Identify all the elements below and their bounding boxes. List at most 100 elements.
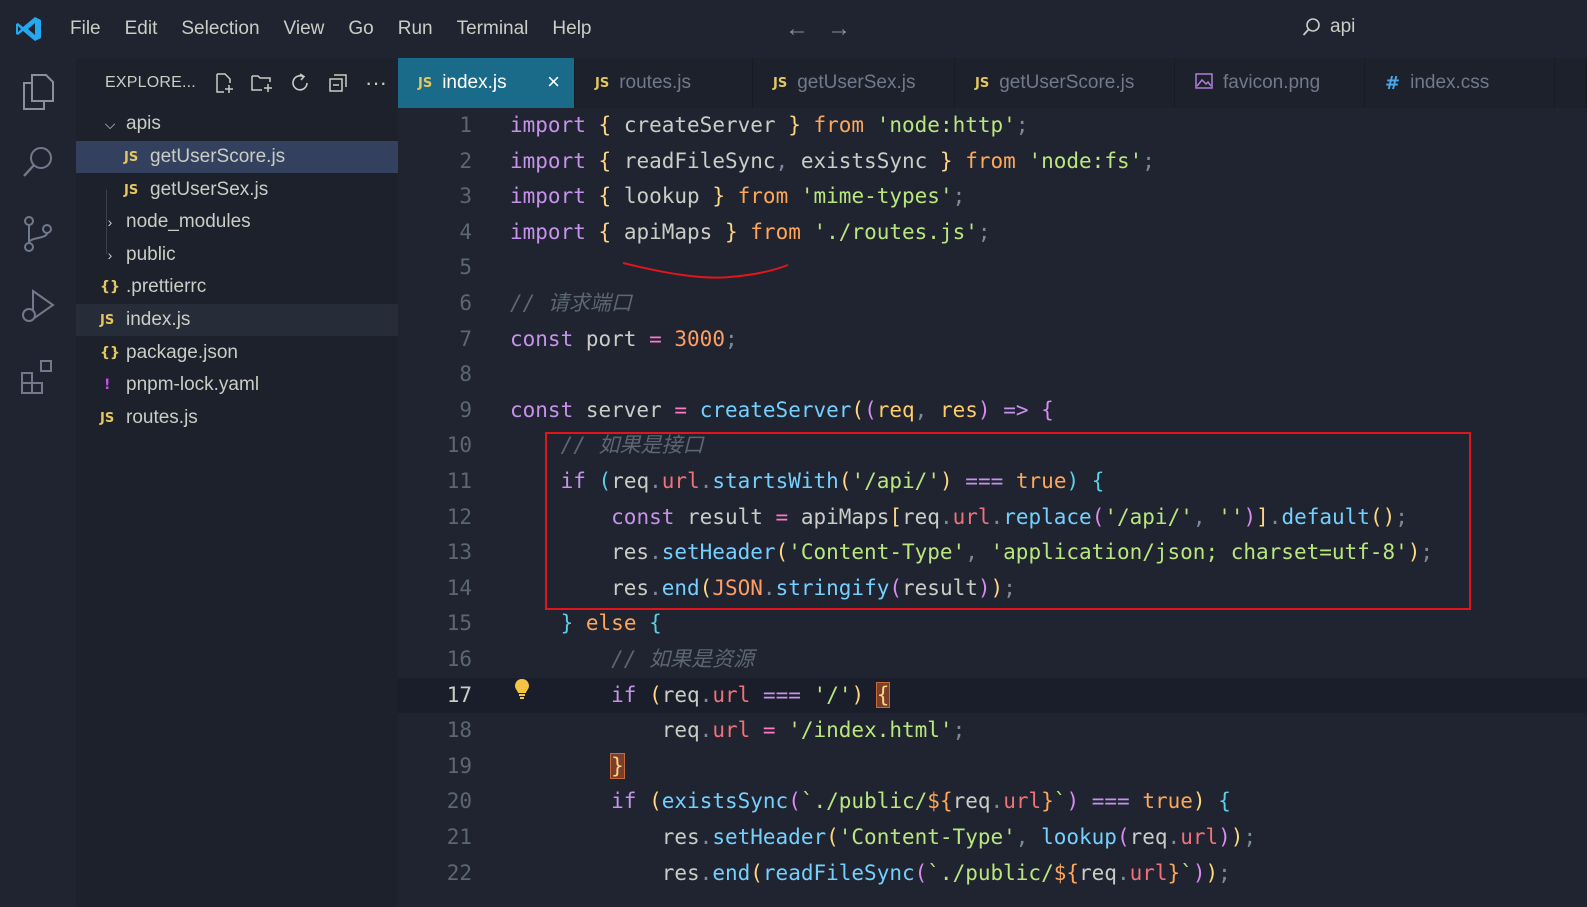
command-center-search[interactable]: api [1302,16,1355,38]
code-line: 15 } else { [446,611,662,636]
title-bar: File Edit Selection View Go Run Terminal… [0,0,1587,58]
code-line: 7 const port = 3000; [459,326,738,351]
tab-index-css[interactable]: # index.css [1365,58,1555,108]
yaml-file-icon: ! [104,377,111,393]
search-icon[interactable] [18,142,58,182]
code-line: 2 import { readFileSync, existsSync } fro… [459,148,1155,173]
javascript-file-icon: JS [595,75,610,91]
javascript-file-icon: JS [100,312,115,328]
tab-index-js[interactable]: JS index.js × [398,58,575,108]
javascript-file-icon: JS [124,182,139,198]
code-line: 12 const result = apiMaps[req.url.replac… [446,504,1408,529]
code-line: 8 [459,362,472,387]
tree-label: .prettierrc [126,276,207,297]
tree-label: public [126,244,176,265]
tree-file-index-js[interactable]: JS index.js [76,304,398,336]
tab-routes-js[interactable]: JS routes.js [575,58,753,108]
tree-file-prettierrc[interactable]: {} .prettierrc [76,271,398,303]
tree-label: getUserScore.js [150,146,286,167]
explorer-title: EXPLORE... [105,74,196,91]
tab-label: index.js [442,72,507,93]
code-line: 20 if (existsSync(`./public/${req.url}`)… [446,789,1231,814]
tab-label: favicon.png [1223,72,1321,93]
arrow-right-icon[interactable]: → [827,15,851,43]
menu-go[interactable]: Go [336,0,385,58]
explorer-icon[interactable] [18,72,58,112]
menu-terminal[interactable]: Terminal [445,0,541,58]
tab-label: index.css [1410,72,1490,93]
menu-view[interactable]: View [272,0,337,58]
javascript-file-icon: JS [124,149,139,165]
javascript-file-icon: JS [773,75,788,91]
tree-file-package-json[interactable]: {} package.json [76,337,398,369]
tree-label: apis [126,113,161,134]
activity-bar [0,58,76,907]
tree-file-pnpm-lock[interactable]: ! pnpm-lock.yaml [76,369,398,401]
menu-edit[interactable]: Edit [113,0,170,58]
chevron-right-icon: › [107,247,113,263]
chevron-right-icon: › [107,214,113,230]
collapse-all-icon[interactable] [319,68,357,98]
new-file-icon[interactable] [205,68,243,98]
code-line: 16 // 如果是资源 [446,647,755,671]
code-line: 13 res.setHeader('Content-Type', 'applic… [446,540,1434,565]
code-line: 11 if (req.url.startsWith('/api/') === t… [446,469,1105,493]
search-icon [1302,18,1320,36]
code-editor[interactable]: 1 import { createServer } from 'node:http… [398,108,1587,907]
chevron-down-icon: ⌵ [104,115,116,132]
tree-folder-node-modules[interactable]: › node_modules [76,206,398,238]
lightbulb-icon[interactable] [514,678,530,705]
code-line: 21 res.setHeader('Content-Type', lookup(… [446,825,1257,849]
explorer-sidebar: EXPLORE... ··· ⌵ apis JS getUserScore.js… [76,58,398,907]
menu-help[interactable]: Help [540,0,603,58]
tree-file-getuserscore[interactable]: JS getUserScore.js [76,141,398,173]
code-line-current: 17 if (req.url === '/') { [398,677,1587,714]
tree-folder-public[interactable]: › public [76,239,398,271]
tree-label: package.json [126,342,238,363]
css-file-icon: # [1385,72,1401,94]
javascript-file-icon: JS [975,75,990,91]
code-line: 1 import { createServer } from 'node:http… [459,113,1029,137]
tab-label: getUserScore.js [999,72,1135,93]
tree-label: index.js [126,309,191,330]
tab-label: routes.js [619,72,692,93]
close-icon[interactable]: × [547,69,560,95]
new-folder-icon[interactable] [243,68,281,98]
editor-tabs: JS index.js × JS routes.js JS getUserSex… [398,58,1587,108]
run-debug-icon[interactable] [18,286,58,326]
menu-selection[interactable]: Selection [169,0,271,58]
arrow-left-icon[interactable]: ← [785,15,809,43]
tree-label: routes.js [126,407,198,428]
source-control-icon[interactable] [18,214,58,254]
code-line: 10 // 如果是接口 [446,433,704,458]
javascript-file-icon: JS [100,410,115,426]
code-line: 6// 请求端口 [459,291,632,315]
javascript-file-icon: JS [418,75,433,91]
menu-run[interactable]: Run [386,0,445,58]
code-line: 14 res.end(JSON.stringify(result)); [446,575,1016,600]
tree-label: pnpm-lock.yaml [126,374,260,395]
tab-label: getUserSex.js [797,72,916,93]
tab-favicon-png[interactable]: favicon.png [1175,58,1365,108]
code-line: 22 res.end(readFileSync(`./public/${req.… [446,860,1231,885]
code-line: 19 } [446,752,625,779]
navigation-buttons: ← → [785,15,851,43]
refresh-icon[interactable] [281,68,319,98]
menu-file[interactable]: File [58,0,113,58]
extensions-icon[interactable] [18,356,58,396]
tab-overflow[interactable] [1555,58,1587,108]
tree-file-getusersex[interactable]: JS getUserSex.js [76,174,398,206]
code-line: 4 import { apiMaps } from './routes.js'; [459,219,991,244]
tree-label: node_modules [126,211,251,232]
tree-folder-apis[interactable]: ⌵ apis [76,108,398,140]
tab-getusersex-js[interactable]: JS getUserSex.js [753,58,955,108]
code-line: 9 const server = createServer((req, res) … [459,397,1054,422]
more-actions-icon[interactable]: ··· [357,68,395,98]
tree-file-routes-js[interactable]: JS routes.js [76,402,398,434]
json-file-icon: {} [100,279,120,295]
tab-getuserscore-js[interactable]: JS getUserScore.js [955,58,1175,108]
json-file-icon: {} [100,345,120,361]
search-text: api [1330,16,1356,37]
tree-label: getUserSex.js [150,179,269,200]
menu-bar: File Edit Selection View Go Run Terminal… [58,0,604,58]
